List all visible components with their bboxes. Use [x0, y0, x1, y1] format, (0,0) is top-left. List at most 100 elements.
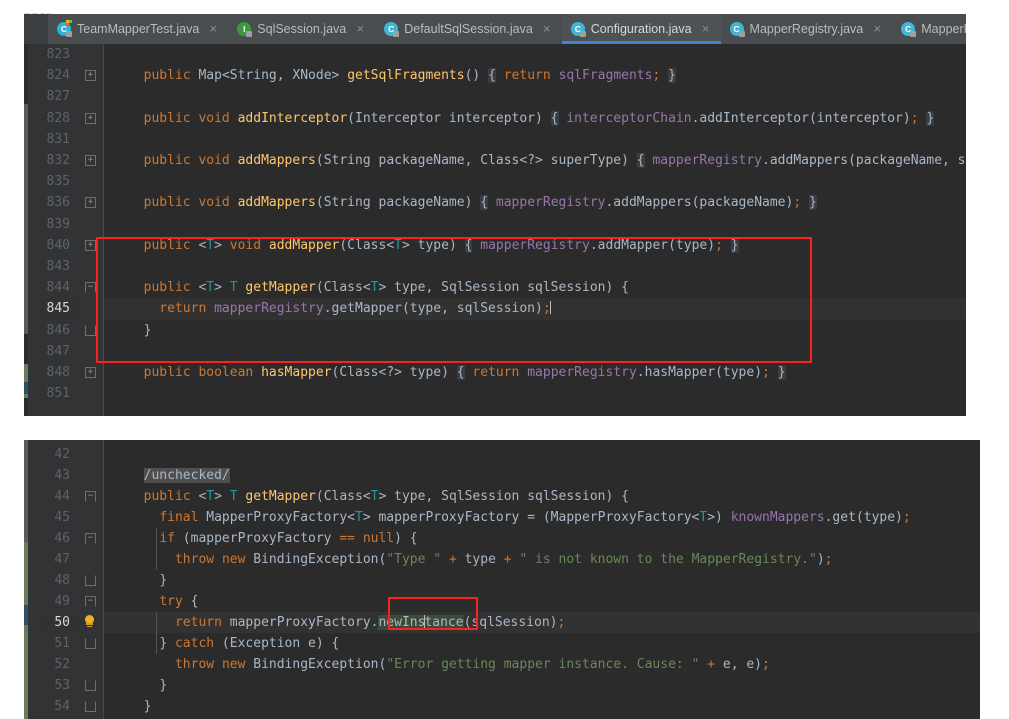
line-number: 49 — [54, 594, 70, 609]
editor-tab-label: Configuration.java — [590, 22, 692, 36]
line-number: 48 — [54, 573, 70, 588]
editor-tab-label: DefaultSqlSession.java — [404, 22, 533, 36]
line-number: 848 — [46, 365, 70, 380]
fold-region-end-icon[interactable] — [85, 701, 96, 712]
lightbulb-icon[interactable] — [83, 615, 96, 628]
editor-tab-label: MapperRegistry.java — [749, 22, 864, 36]
code-line: /unchecked/ — [143, 468, 230, 483]
editor-tab-teammappertest[interactable]: C TeamMapperTest.java × — [48, 14, 229, 44]
editor-tab-mapperproxyf[interactable]: C MapperProxyF — [892, 14, 966, 44]
java-interface-icon: I — [237, 22, 253, 37]
line-number: 844 — [46, 280, 70, 296]
code-line: try { — [159, 594, 199, 609]
bottom-line-number-gutter: 42 43 44 45 46 47 48 49 50 51 52 53 54 — [36, 440, 78, 719]
line-number: 845 — [46, 301, 70, 317]
line-number: 50 — [54, 615, 70, 630]
bottom-code-area[interactable]: /unchecked/ public <T> T getMapper(Class… — [104, 440, 980, 719]
code-line: if (mapperProxyFactory == null) { — [159, 531, 418, 546]
line-number: 835 — [46, 174, 70, 190]
line-number: 53 — [54, 678, 70, 693]
close-icon[interactable]: × — [542, 14, 552, 44]
indent-guide — [156, 612, 157, 654]
top-editor-panel: C TeamMapperTest.java × I SqlSession.java × C D… — [24, 14, 966, 416]
code-line: } catch (Exception e) { — [159, 636, 340, 651]
top-annotation-strip[interactable] — [28, 44, 36, 416]
line-number: 828 — [46, 110, 70, 126]
bottom-fold-column[interactable]: − − − — [78, 440, 104, 719]
line-number: 45 — [54, 510, 70, 525]
code-line: throw new BindingException("Error gettin… — [174, 657, 770, 672]
code-line: } — [159, 678, 168, 693]
close-icon[interactable]: × — [355, 14, 365, 44]
selected-token: newInstance — [378, 615, 464, 630]
editor-tab-label: SqlSession.java — [257, 22, 347, 36]
top-vcs-change-strip — [24, 44, 28, 416]
code-line: public void addInterceptor(Interceptor i… — [143, 110, 935, 126]
line-number: 839 — [46, 216, 70, 232]
code-line: } — [143, 322, 152, 338]
fold-expand-icon[interactable]: + — [85, 155, 96, 166]
fold-expand-icon[interactable]: + — [85, 70, 96, 82]
line-number: 44 — [54, 489, 70, 504]
code-line: } — [143, 699, 152, 714]
fold-expand-icon[interactable]: + — [85, 239, 96, 251]
fold-collapse-icon[interactable]: − — [85, 282, 96, 294]
line-number: 840 — [46, 237, 70, 253]
fold-region-end-icon[interactable] — [85, 575, 96, 586]
code-line: return mapperProxyFactory.newInstance(sq… — [174, 615, 566, 630]
line-number: 42 — [54, 447, 70, 462]
code-line: public boolean hasMapper(Class<?> type) … — [143, 365, 786, 380]
java-class-icon: C — [384, 22, 400, 37]
code-line: public <T> void addMapper(Class<T> type)… — [143, 237, 739, 253]
line-number: 847 — [46, 343, 70, 359]
line-number: 47 — [54, 552, 70, 567]
top-fold-column[interactable]: + + + + + − + — [78, 44, 104, 416]
code-line: return mapperRegistry.getMapper(type, sq… — [159, 301, 551, 317]
fold-region-end-icon[interactable] — [85, 680, 96, 691]
editor-tab-bar: C TeamMapperTest.java × I SqlSession.java × C D… — [24, 14, 966, 44]
line-number: 823 — [46, 47, 70, 62]
indent-guide — [156, 528, 157, 570]
editor-tab-configuration[interactable]: C Configuration.java × — [561, 14, 721, 44]
fold-region-end-icon[interactable] — [85, 324, 96, 336]
fold-collapse-icon[interactable]: − — [85, 533, 96, 544]
fold-expand-icon[interactable]: + — [85, 197, 96, 209]
code-line: } — [159, 573, 168, 588]
fold-collapse-icon[interactable]: − — [85, 491, 96, 502]
fold-expand-icon[interactable]: + — [85, 112, 96, 124]
bottom-editor-panel: 42 43 44 45 46 47 48 49 50 51 52 53 54 − − − /unchecke… — [24, 440, 980, 719]
tab-bar-leading-space — [24, 14, 48, 44]
line-number: 54 — [54, 699, 70, 714]
code-line: public <T> T getMapper(Class<T> type, Sq… — [143, 280, 629, 296]
java-test-class-icon: C — [57, 20, 72, 37]
top-editor-body[interactable]: 823 824 827 828 831 832 835 836 839 840 843 844 845 8… — [24, 44, 966, 416]
close-icon[interactable]: × — [208, 14, 218, 44]
fold-collapse-icon[interactable]: − — [85, 596, 96, 607]
line-number: 851 — [46, 386, 70, 402]
top-code-area[interactable]: public Map<String, XNode> getSqlFragment… — [104, 44, 966, 416]
editor-tab-sqlsession[interactable]: I SqlSession.java × — [228, 14, 376, 44]
fold-expand-icon[interactable]: + — [85, 367, 96, 378]
line-number: 832 — [46, 153, 70, 168]
top-line-number-gutter: 823 824 827 828 831 832 835 836 839 840 843 844 845 8… — [36, 44, 78, 416]
bottom-annotation-strip[interactable] — [28, 440, 36, 719]
close-icon[interactable]: × — [701, 14, 711, 44]
line-number: 827 — [46, 89, 70, 105]
editor-tab-defaultsqlsession[interactable]: C DefaultSqlSession.java × — [375, 14, 562, 44]
java-class-icon: C — [901, 22, 917, 37]
code-line: throw new BindingException("Type " + typ… — [174, 552, 833, 567]
fold-region-end-icon[interactable] — [85, 638, 96, 649]
bottom-editor-body[interactable]: 42 43 44 45 46 47 48 49 50 51 52 53 54 − − − /unchecke… — [24, 440, 980, 719]
editor-tab-mapperregistry[interactable]: C MapperRegistry.java × — [720, 14, 893, 44]
line-number: 43 — [54, 468, 70, 483]
bottom-vcs-change-strip — [24, 440, 28, 719]
close-icon[interactable]: × — [872, 14, 882, 44]
code-line: public <T> T getMapper(Class<T> type, Sq… — [143, 489, 629, 504]
